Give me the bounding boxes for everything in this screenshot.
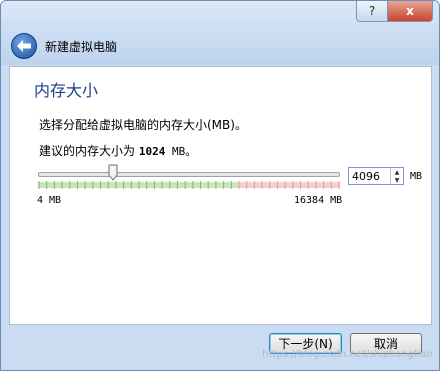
slider-tick — [107, 181, 109, 189]
memory-size-value: 4096 — [352, 170, 380, 183]
slider-tick — [69, 181, 71, 189]
slider-tick — [153, 181, 155, 189]
slider-tick — [315, 181, 317, 189]
recommendation-suffix: MB。 — [165, 145, 197, 158]
slider-tick — [323, 181, 325, 189]
slider-tick — [138, 181, 140, 189]
slider-tick — [53, 181, 55, 189]
slider-tick — [246, 181, 248, 189]
slider-tick — [123, 181, 125, 189]
slider-tick — [92, 181, 94, 189]
slider-tick — [84, 181, 86, 189]
slider-tick — [61, 181, 63, 189]
slider-tick — [207, 181, 209, 189]
unsafe-range-band — [237, 182, 340, 188]
slider-tick — [176, 181, 178, 189]
spin-down-icon[interactable]: ▼ — [391, 176, 403, 184]
recommendation-prefix: 建议的内存大小为 — [39, 144, 139, 158]
close-button[interactable]: x — [387, 1, 433, 22]
back-arrow-icon[interactable] — [11, 33, 37, 59]
instruction-text: 选择分配给虚拟电脑的内存大小(MB)。 — [39, 118, 247, 132]
memory-size-spinbox[interactable]: 4096 ▲ ▼ — [348, 167, 404, 185]
wizard-window: ? x 新建虚拟电脑 内存大小 选择分配给虚拟电脑的内存大小(MB)。 建议的内… — [0, 0, 440, 371]
slider-tick — [253, 181, 255, 189]
wizard-title: 新建虚拟电脑 — [45, 40, 118, 54]
slider-tick — [230, 181, 232, 189]
help-button[interactable]: ? — [356, 1, 388, 22]
slider-tick — [161, 181, 163, 189]
slider-tick — [300, 181, 302, 189]
unit-label: MB — [410, 171, 423, 182]
slider-tick — [292, 181, 294, 189]
scale-min-label: 4 MB — [37, 195, 62, 206]
slider-tick — [130, 181, 132, 189]
recommended-value: 1024 — [138, 145, 166, 158]
slider-tick — [200, 181, 202, 189]
slider-tick — [192, 181, 194, 189]
slider-tick — [238, 181, 240, 189]
slider-tick — [307, 181, 309, 189]
slider-tick — [338, 181, 340, 189]
slider-tick — [261, 181, 263, 189]
slider-tick — [169, 181, 171, 189]
slider-tick — [38, 181, 40, 189]
slider-tick — [223, 181, 225, 189]
slider-tick — [284, 181, 286, 189]
spin-arrows[interactable]: ▲ ▼ — [390, 168, 403, 184]
slider-tick — [276, 181, 278, 189]
slider-tick — [100, 181, 102, 189]
slider-tick — [269, 181, 271, 189]
scale-max-label: 16384 MB — [294, 195, 343, 206]
slider-ticks — [38, 181, 340, 189]
slider-tick — [46, 181, 48, 189]
page-title: 内存大小 — [34, 81, 99, 100]
recommendation-text: 建议的内存大小为 1024 MB。 — [39, 142, 196, 159]
slider-tick — [330, 181, 332, 189]
memory-slider-track[interactable] — [38, 172, 340, 177]
slider-tick — [146, 181, 148, 189]
safe-range-band — [38, 182, 238, 188]
slider-tick — [115, 181, 117, 189]
wizard-content: 内存大小 选择分配给虚拟电脑的内存大小(MB)。 建议的内存大小为 1024 M… — [9, 66, 432, 325]
watermark: https://blog.csdn.net/shizhongtian — [262, 349, 433, 360]
slider-tick — [215, 181, 217, 189]
slider-tick — [184, 181, 186, 189]
slider-tick — [76, 181, 78, 189]
spin-up-icon[interactable]: ▲ — [391, 168, 403, 176]
memory-slider-thumb[interactable] — [108, 164, 118, 181]
